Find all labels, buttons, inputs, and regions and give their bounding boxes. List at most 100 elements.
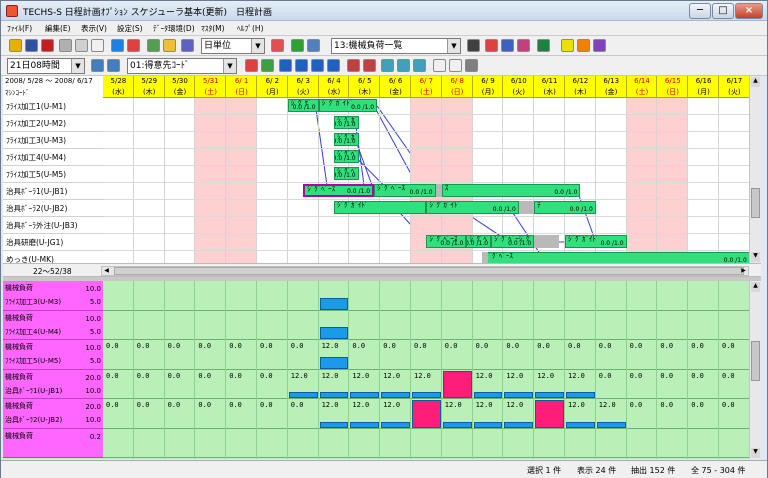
scroll-down-arrow[interactable]: ▼ — [751, 252, 760, 262]
menu-edit[interactable]: 編集(E) — [45, 23, 71, 34]
schedule-bar[interactable]: ｼﾞｸﾞｶﾞｲ0.0 /1.0 — [334, 133, 359, 146]
minimize-button[interactable]: ─ — [689, 3, 711, 19]
preview-icon[interactable] — [91, 39, 104, 52]
tool-icon-g[interactable] — [347, 59, 360, 72]
schedule-bar[interactable]: ｼﾞｸﾞﾍﾞｰｼﾞｸﾞｶﾞｲ0.0 /1.0 — [491, 235, 535, 248]
scroll-up-arrow[interactable]: ▲ — [751, 282, 760, 292]
load-row-label[interactable]: 機械負荷 治具ﾎﾞｰﾗ2(U-JB2) 20.0 10.0 — [3, 399, 103, 429]
tool-icon-e[interactable] — [311, 59, 324, 72]
schedule-bar[interactable]: ｼﾞｸﾞﾍﾞｰｽ 0.0 /1.0 — [303, 184, 375, 197]
schedule-bar[interactable]: ｼﾞｸﾞｶﾞｲ0.0 /1.0 — [334, 116, 359, 129]
machine-row-label[interactable]: 治具ﾎﾞｰﾗ2(U-JB2) — [3, 200, 103, 217]
schedule-bar[interactable]: ｼﾞｸﾞﾍﾞ 0.0 /1.0 — [466, 235, 492, 248]
close-button[interactable]: × — [735, 3, 763, 19]
print-icon[interactable] — [75, 39, 88, 52]
palette-icon[interactable] — [271, 39, 284, 52]
tool-icon-i[interactable] — [381, 59, 394, 72]
schedule-bar[interactable]: ｼﾞｸﾞｶﾞｲﾄﾞ 0.0 /1.0 — [426, 201, 519, 214]
disk-icon-1[interactable] — [485, 39, 498, 52]
scroll-thumb[interactable] — [751, 341, 760, 381]
window-icon[interactable] — [307, 39, 320, 52]
schedule-bar[interactable]: ｼﾞｸﾞｹﾞ 0.0 /1.0 — [287, 99, 319, 112]
list-icon[interactable] — [91, 59, 104, 72]
chevron-down-icon[interactable]: ▼ — [447, 39, 460, 53]
settings-icon[interactable] — [465, 59, 478, 72]
tool-icon-j[interactable] — [397, 59, 410, 72]
schedule-bar[interactable]: ｼﾞｸﾞﾍﾞｰｽ 0.0 /1.0 — [374, 184, 436, 197]
schedule-bar[interactable]: ｼﾞｸﾞﾍﾞｰ0.0 /1.0 — [334, 167, 359, 180]
schedule-bar[interactable]: ｼﾞｸﾞﾍﾞｰｽ 0.0 /1.0 — [426, 235, 467, 248]
tool-icon-c[interactable] — [279, 59, 292, 72]
copy-icon[interactable] — [59, 39, 72, 52]
schedule-bar[interactable]: ｼﾞｸﾞﾍﾞｰ0.0 /1.0 — [334, 150, 359, 163]
schedule-bar[interactable]: ﾃ 0.0 /1.0 — [534, 201, 596, 214]
machine-row-label[interactable]: ﾌﾗｲｽ加工2(U-M2) — [3, 115, 103, 132]
chevron-down-icon[interactable]: ▼ — [71, 59, 84, 73]
machine-row-label[interactable]: ﾌﾗｲｽ加工4(U-M4) — [3, 149, 103, 166]
scroll-right-arrow[interactable]: ▶ — [739, 267, 748, 275]
redo-icon[interactable] — [449, 59, 462, 72]
monitor-icon[interactable] — [467, 39, 480, 52]
chart-icon[interactable] — [111, 39, 124, 52]
tool-icon-a[interactable] — [245, 59, 258, 72]
filter-icon[interactable] — [147, 39, 160, 52]
load-row-label[interactable]: 機械負荷 0.2 — [3, 428, 103, 458]
schedule-bar[interactable]: ｽ 0.0 /1.0 — [441, 184, 581, 197]
tool-icon-k[interactable] — [413, 59, 426, 72]
calendar-icon[interactable] — [163, 39, 176, 52]
schedule-bar[interactable]: ｼﾞｸﾞﾍﾞｰｽ 0.0 /1.0 — [481, 252, 749, 263]
scroll-left-arrow[interactable]: ◀ — [102, 267, 111, 275]
unit-select[interactable]: 日単位 ▼ — [201, 38, 265, 54]
scroll-thumb[interactable] — [751, 188, 760, 218]
menu-master[interactable]: ﾏｽﾀ(M) — [201, 23, 225, 34]
schedule-bar[interactable]: ｼﾞｸﾞｶﾞｲﾄﾞ 0.0 /1.0 — [318, 99, 378, 112]
lightning-icon[interactable] — [561, 39, 574, 52]
menu-settings[interactable]: 設定(S) — [117, 23, 143, 34]
disk-icon-3[interactable] — [517, 39, 530, 52]
refresh-icon[interactable] — [127, 39, 140, 52]
schedule-bar[interactable]: ｼﾞｸﾞｶﾞｲﾄﾞ 0.0 /1.0 — [565, 235, 627, 248]
machine-row-label[interactable]: 治具ﾎﾞｰﾗ外注(U-JB3) — [3, 217, 103, 234]
save-all-icon[interactable] — [41, 39, 54, 52]
chevron-down-icon[interactable]: ▼ — [251, 39, 264, 53]
open-icon[interactable] — [9, 39, 22, 52]
schedule-bar[interactable]: ｼﾞｸﾞｶﾞｲﾄﾞ — [334, 201, 427, 214]
hscroll-thumb[interactable] — [114, 267, 744, 275]
load-row-label[interactable]: 機械負荷 ﾌﾗｲｽ加工5(U-M5) 10.0 5.0 — [3, 340, 103, 370]
menu-help[interactable]: ﾍﾙﾌﾟ(H) — [237, 23, 264, 34]
machine-row-label[interactable]: ﾌﾗｲｽ加工3(U-M3) — [3, 132, 103, 149]
save-icon[interactable] — [25, 39, 38, 52]
tool-icon-d[interactable] — [295, 59, 308, 72]
load-row-label[interactable]: 機械負荷 ﾌﾗｲｽ加工3(U-M3) 10.0 5.0 — [3, 281, 103, 311]
gantt-hscrollbar[interactable]: ◀ ▶ — [101, 266, 749, 276]
books-icon[interactable] — [593, 39, 606, 52]
sort-select[interactable]: 01:得意先ｺｰﾄﾞ ▼ — [127, 58, 237, 74]
scroll-up-arrow[interactable]: ▲ — [751, 77, 760, 87]
machine-row-label[interactable]: 治具ﾎﾞｰﾗ1(U-JB1) — [3, 183, 103, 200]
scroll-down-arrow[interactable]: ▼ — [751, 448, 760, 458]
chevron-down-icon[interactable]: ▼ — [223, 59, 236, 73]
grid-icon[interactable] — [181, 39, 194, 52]
view-select[interactable]: 13:機械負荷一覧 ▼ — [331, 38, 461, 54]
undo-icon[interactable] — [433, 59, 446, 72]
load-row-label[interactable]: 機械負荷 治具ﾎﾞｰﾗ1(U-JB1) 20.0 10.0 — [3, 369, 103, 399]
machine-row-label[interactable]: ﾌﾗｲｽ加工5(U-M5) — [3, 166, 103, 183]
tool-icon-h[interactable] — [363, 59, 376, 72]
tree-icon[interactable] — [291, 39, 304, 52]
tool-icon-b[interactable] — [261, 59, 274, 72]
disk-icon-2[interactable] — [501, 39, 514, 52]
machine-row-label[interactable]: 治具研磨(U-JG1) — [3, 234, 103, 251]
tool-icon-f[interactable] — [327, 59, 340, 72]
menu-view[interactable]: 表示(V) — [81, 23, 107, 34]
load-vscrollbar[interactable]: ▲ ▼ — [749, 281, 761, 459]
menu-data[interactable]: ﾃﾞｰﾀ環境(D) — [153, 23, 195, 34]
time-select[interactable]: 21日08時間 ▼ — [7, 58, 85, 74]
machine-row-label[interactable]: めっき(U-MK) — [3, 251, 103, 263]
gantt-vscrollbar[interactable]: ▲ ▼ — [749, 76, 761, 263]
load-row-label[interactable]: 機械負荷 ﾌﾗｲｽ加工4(U-M4) 10.0 5.0 — [3, 310, 103, 340]
list-icon-2[interactable] — [107, 59, 120, 72]
wand-icon[interactable] — [577, 39, 590, 52]
book-icon[interactable] — [537, 39, 550, 52]
maximize-button[interactable]: □ — [712, 3, 734, 19]
machine-row-label[interactable]: ﾌﾗｲｽ加工1(U-M1) — [3, 98, 103, 115]
